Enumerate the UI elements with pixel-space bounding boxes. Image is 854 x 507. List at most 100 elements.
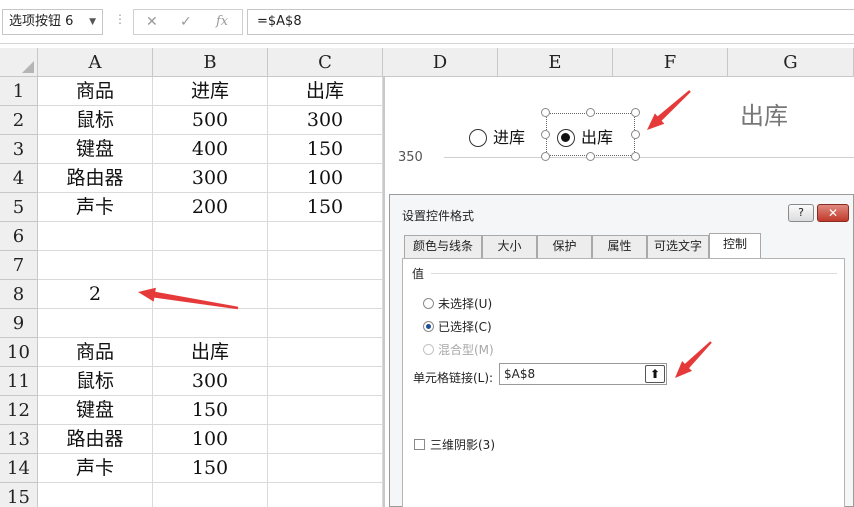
resize-handle[interactable] bbox=[541, 152, 550, 161]
row-header-10[interactable]: 10 bbox=[0, 338, 38, 367]
table-cell[interactable]: 300 bbox=[153, 367, 268, 396]
table-cell[interactable]: 鼠标 bbox=[38, 106, 153, 135]
table-cell[interactable]: 400 bbox=[153, 135, 268, 164]
help-button[interactable]: ? bbox=[788, 204, 814, 222]
table-cell[interactable]: 路由器 bbox=[38, 164, 153, 193]
table-header[interactable]: 出库 bbox=[268, 77, 383, 106]
select-all-icon bbox=[22, 61, 34, 73]
dialog-title: 设置控件格式 bbox=[402, 209, 475, 223]
cell[interactable] bbox=[153, 309, 268, 338]
formula-input[interactable]: =$A$8 bbox=[247, 9, 854, 35]
table-cell[interactable]: 声卡 bbox=[38, 454, 153, 483]
row-header-11[interactable]: 11 bbox=[0, 367, 38, 396]
column-header-e[interactable]: E bbox=[498, 48, 613, 77]
cell[interactable] bbox=[38, 483, 153, 507]
table-header[interactable]: 出库 bbox=[153, 338, 268, 367]
resize-handle[interactable] bbox=[631, 108, 640, 117]
tab-properties[interactable]: 属性 bbox=[592, 235, 647, 258]
enter-icon[interactable]: ✓ bbox=[180, 10, 192, 34]
column-header-c[interactable]: C bbox=[268, 48, 383, 77]
resize-handle[interactable] bbox=[541, 130, 550, 139]
table-cell[interactable]: 150 bbox=[268, 135, 383, 164]
row-header-8[interactable]: 8 bbox=[0, 280, 38, 309]
table-cell[interactable]: 100 bbox=[268, 164, 383, 193]
cell[interactable] bbox=[38, 309, 153, 338]
row-header-14[interactable]: 14 bbox=[0, 454, 38, 483]
cell[interactable] bbox=[268, 454, 383, 483]
row-header-3[interactable]: 3 bbox=[0, 135, 38, 164]
cell[interactable] bbox=[268, 251, 383, 280]
column-header-b[interactable]: B bbox=[153, 48, 268, 77]
tab-protection[interactable]: 保护 bbox=[537, 235, 592, 258]
chevron-down-icon[interactable]: ▼ bbox=[89, 10, 96, 34]
cell[interactable] bbox=[153, 280, 268, 309]
option-unchecked[interactable]: 未选择(U) bbox=[423, 295, 492, 312]
cell[interactable] bbox=[38, 222, 153, 251]
resize-handle[interactable] bbox=[631, 130, 640, 139]
row-header-1[interactable]: 1 bbox=[0, 77, 38, 106]
fx-icon[interactable]: fx bbox=[216, 10, 228, 34]
tab-control[interactable]: 控制 bbox=[709, 233, 761, 259]
table-cell[interactable]: 150 bbox=[153, 454, 268, 483]
column-header-f[interactable]: F bbox=[613, 48, 728, 77]
table-cell[interactable]: 键盘 bbox=[38, 135, 153, 164]
table-cell[interactable]: 300 bbox=[153, 164, 268, 193]
select-all-corner[interactable] bbox=[0, 48, 38, 77]
table-cell[interactable]: 150 bbox=[268, 193, 383, 222]
cell[interactable] bbox=[268, 367, 383, 396]
cell[interactable] bbox=[268, 309, 383, 338]
cell[interactable] bbox=[153, 222, 268, 251]
cell[interactable] bbox=[153, 483, 268, 507]
row-header-5[interactable]: 5 bbox=[0, 193, 38, 222]
cancel-icon[interactable]: ✕ bbox=[146, 10, 158, 34]
tab-size[interactable]: 大小 bbox=[482, 235, 537, 258]
table-cell[interactable]: 300 bbox=[268, 106, 383, 135]
tab-colors-lines[interactable]: 颜色与线条 bbox=[404, 235, 482, 258]
table-cell[interactable]: 鼠标 bbox=[38, 367, 153, 396]
row-header-4[interactable]: 4 bbox=[0, 164, 38, 193]
resize-handle[interactable] bbox=[541, 108, 550, 117]
cell[interactable] bbox=[268, 280, 383, 309]
resize-handle[interactable] bbox=[586, 108, 595, 117]
name-box[interactable]: 选项按钮 6 ▼ bbox=[2, 9, 103, 35]
cell[interactable] bbox=[268, 338, 383, 367]
selection-frame[interactable] bbox=[546, 113, 635, 156]
resize-handle[interactable] bbox=[586, 152, 595, 161]
column-header-d[interactable]: D bbox=[383, 48, 498, 77]
row-header-6[interactable]: 6 bbox=[0, 222, 38, 251]
table-cell[interactable]: 键盘 bbox=[38, 396, 153, 425]
table-cell[interactable]: 200 bbox=[153, 193, 268, 222]
row-header-12[interactable]: 12 bbox=[0, 396, 38, 425]
table-header[interactable]: 进库 bbox=[153, 77, 268, 106]
table-cell[interactable]: 150 bbox=[153, 396, 268, 425]
cell-link-input[interactable]: $A$8 bbox=[499, 363, 667, 385]
table-header[interactable]: 商品 bbox=[38, 338, 153, 367]
column-header-a[interactable]: A bbox=[38, 48, 153, 77]
option-button-in[interactable]: 进库 bbox=[469, 124, 525, 148]
table-cell[interactable]: 路由器 bbox=[38, 425, 153, 454]
close-button[interactable]: ✕ bbox=[817, 204, 849, 222]
collapse-dialog-icon[interactable]: ⬆ bbox=[645, 365, 665, 383]
tab-alt-text[interactable]: 可选文字 bbox=[647, 235, 709, 258]
column-header-g[interactable]: G bbox=[728, 48, 854, 77]
3d-shading-checkbox[interactable]: 三维阴影(3) bbox=[414, 436, 495, 453]
cell[interactable] bbox=[268, 483, 383, 507]
cell[interactable] bbox=[268, 396, 383, 425]
cell[interactable] bbox=[153, 251, 268, 280]
cell[interactable] bbox=[268, 425, 383, 454]
linked-cell-a8[interactable]: 2 bbox=[38, 280, 153, 309]
table-cell[interactable]: 声卡 bbox=[38, 193, 153, 222]
table-header[interactable]: 商品 bbox=[38, 77, 153, 106]
row-header-9[interactable]: 9 bbox=[0, 309, 38, 338]
table-cell[interactable]: 100 bbox=[153, 425, 268, 454]
resize-handle[interactable] bbox=[631, 152, 640, 161]
row-header-7[interactable]: 7 bbox=[0, 251, 38, 280]
cell[interactable] bbox=[38, 251, 153, 280]
row-header-13[interactable]: 13 bbox=[0, 425, 38, 454]
cell[interactable] bbox=[268, 222, 383, 251]
option-checked[interactable]: 已选择(C) bbox=[423, 318, 492, 335]
control-panel: 值 未选择(U) 已选择(C) 混合型(M) 单元格链接(L): $A$8 ⬆ … bbox=[402, 258, 845, 507]
row-header-2[interactable]: 2 bbox=[0, 106, 38, 135]
table-cell[interactable]: 500 bbox=[153, 106, 268, 135]
row-header-15[interactable]: 15 bbox=[0, 483, 38, 507]
